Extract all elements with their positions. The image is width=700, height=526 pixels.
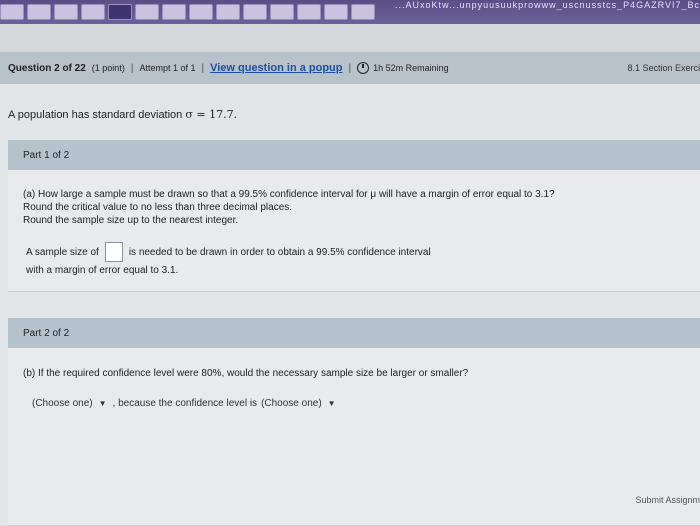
part1-label: Part 1 of 2 xyxy=(23,149,70,161)
sample-size-input[interactable] xyxy=(104,242,123,262)
question-points: (1 point) xyxy=(91,63,125,73)
part1-answer-line: A sample size of is needed to be drawn i… xyxy=(26,242,431,262)
prompt-sigma: σ = 17.7. xyxy=(185,108,238,121)
browser-tab[interactable] xyxy=(243,4,267,20)
browser-tab[interactable] xyxy=(0,4,24,20)
browser-tab[interactable] xyxy=(81,4,105,20)
answer-prefix: A sample size of xyxy=(26,246,99,258)
part1-body: (a) How large a sample must be drawn so … xyxy=(8,170,700,292)
browser-tab[interactable] xyxy=(27,4,51,20)
part2-body: (b) If the required confidence level wer… xyxy=(8,348,700,526)
browser-tab[interactable] xyxy=(297,4,321,20)
time-remaining: 1h 52m Remaining xyxy=(373,63,449,73)
divider: | xyxy=(348,62,352,74)
dropdown-value: (Choose one) xyxy=(32,398,93,409)
divider: | xyxy=(201,62,205,74)
question-number: Question 2 of 22 xyxy=(8,62,86,74)
browser-tab[interactable] xyxy=(54,4,78,20)
submit-assignment-button[interactable]: Submit Assignm xyxy=(635,495,700,505)
browser-url: ...AUxoKtw...unpyuusuukprowww_uscnusstcs… xyxy=(395,0,700,10)
divider: | xyxy=(130,62,134,74)
middle-text: , because the confidence level is xyxy=(112,398,258,409)
view-in-popup-link[interactable]: View question in a popup xyxy=(210,62,342,74)
part1-question-line: (a) How large a sample must be drawn so … xyxy=(23,189,555,200)
larger-smaller-dropdown[interactable]: (Choose one) ▼ xyxy=(32,398,107,409)
browser-tab[interactable] xyxy=(270,4,294,20)
part1-instruction: Round the critical value to no less than… xyxy=(23,202,293,213)
answer-suffix-2: with a margin of error equal to 3.1. xyxy=(26,265,179,276)
part2-header: Part 2 of 2 xyxy=(8,318,700,348)
part2-question: (b) If the required confidence level wer… xyxy=(23,368,469,379)
browser-tab[interactable] xyxy=(135,4,159,20)
browser-tab[interactable] xyxy=(351,4,375,20)
part1-answer-line2: with a margin of error equal to 3.1. xyxy=(26,265,178,276)
browser-tab[interactable] xyxy=(189,4,213,20)
page-spacer xyxy=(0,24,700,52)
section-link[interactable]: 8.1 Section Exerci xyxy=(627,63,700,73)
clock-icon xyxy=(357,62,370,74)
question-content: A population has standard deviation σ = … xyxy=(0,84,700,526)
answer-suffix: is needed to be drawn in order to obtain… xyxy=(128,246,431,258)
browser-tabs xyxy=(0,4,375,20)
caret-down-icon: ▼ xyxy=(327,399,336,408)
part1-question: (a) How large a sample must be drawn so … xyxy=(23,188,555,227)
part1-instruction: Round the sample size up to the nearest … xyxy=(23,215,239,226)
caret-down-icon: ▼ xyxy=(98,399,107,408)
confidence-dropdown[interactable]: (Choose one) ▼ xyxy=(261,398,336,409)
browser-tab[interactable] xyxy=(162,4,186,20)
question-bar: Question 2 of 22 (1 point) | Attempt 1 o… xyxy=(0,52,700,85)
browser-tab[interactable] xyxy=(216,4,240,20)
part2-label: Part 2 of 2 xyxy=(23,327,70,339)
browser-tab-active[interactable] xyxy=(108,4,132,20)
part1-header: Part 1 of 2 xyxy=(8,140,700,170)
prompt-text: A population has standard deviation xyxy=(8,109,186,121)
dropdown-value: (Choose one) xyxy=(261,398,322,409)
timer: 1h 52m Remaining xyxy=(357,62,449,74)
browser-tab-strip: ...AUxoKtw...unpyuusuukprowww_uscnusstcs… xyxy=(0,0,700,24)
question-prompt: A population has standard deviation σ = … xyxy=(8,108,237,121)
part2-answer-line: (Choose one) ▼ , because the confidence … xyxy=(32,398,336,409)
browser-tab[interactable] xyxy=(324,4,348,20)
attempt-count: Attempt 1 of 1 xyxy=(139,63,196,73)
